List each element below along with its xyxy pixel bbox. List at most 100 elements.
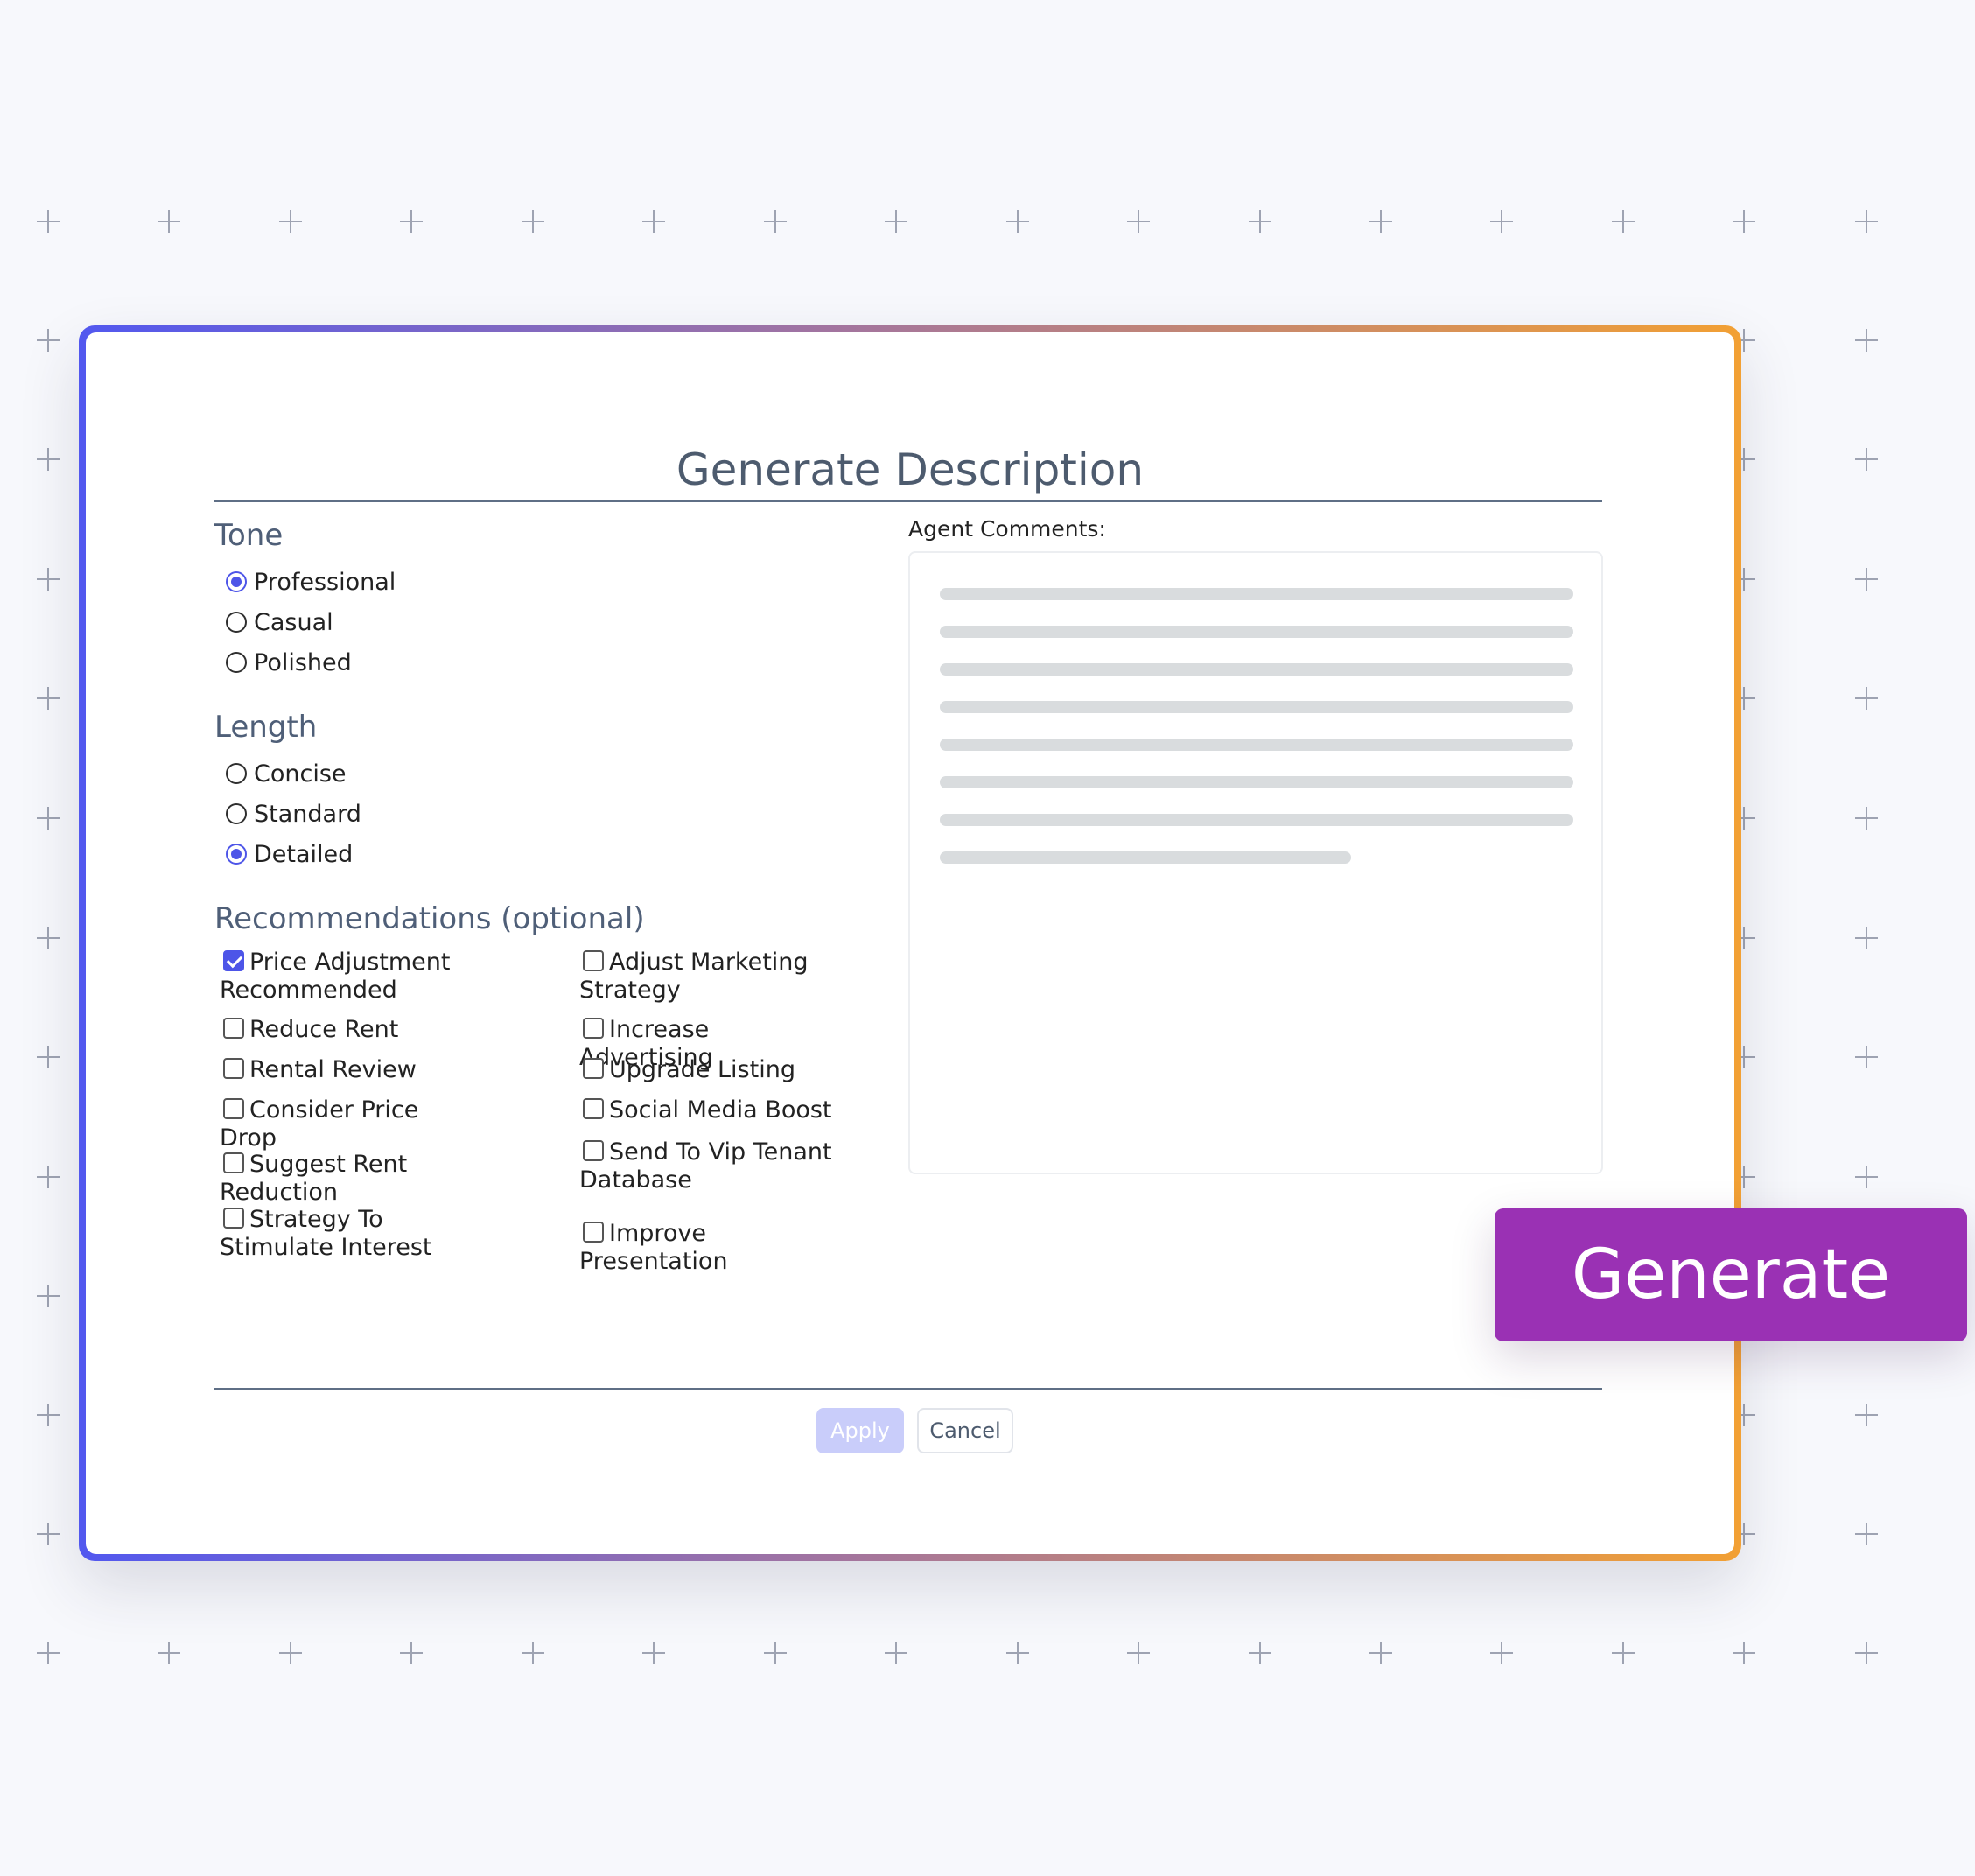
checkbox-label: Upgrade Listing <box>609 1056 795 1083</box>
comment-text-placeholder-line <box>940 663 1573 676</box>
checkbox-icon[interactable] <box>223 1018 244 1039</box>
option-label: Polished <box>254 648 352 676</box>
plus-icon <box>37 1642 60 1664</box>
plus-icon <box>522 1642 544 1664</box>
option-label: Standard <box>254 800 361 828</box>
comment-text-placeholder-line <box>940 814 1573 826</box>
plus-icon <box>1855 807 1878 830</box>
checkbox-icon[interactable] <box>223 1058 244 1079</box>
plus-icon <box>764 210 787 233</box>
checkbox-icon[interactable] <box>223 1208 244 1228</box>
comment-text-placeholder-line <box>940 701 1573 713</box>
plus-icon <box>1855 1522 1878 1545</box>
plus-icon <box>1855 1046 1878 1068</box>
plus-icon <box>885 1642 907 1664</box>
plus-icon <box>1006 1642 1029 1664</box>
generate-description-dialog: Generate Description Tone Professional C… <box>86 332 1734 1554</box>
comment-text-placeholder-line <box>940 626 1573 638</box>
comment-text-placeholder-line <box>940 851 1351 864</box>
plus-icon <box>1127 210 1150 233</box>
checkbox-icon[interactable] <box>223 1098 244 1119</box>
comment-text-placeholder-line <box>940 776 1573 788</box>
plus-icon <box>1855 329 1878 352</box>
option-label: Casual <box>254 608 333 636</box>
checkbox-icon[interactable] <box>583 1222 604 1242</box>
rec-strategy-to-stimulate-interest[interactable]: Strategy To Stimulate Interest <box>220 1206 482 1262</box>
plus-icon <box>642 1642 665 1664</box>
plus-icon <box>764 1642 787 1664</box>
plus-icon <box>37 1522 60 1545</box>
checkbox-icon[interactable] <box>223 950 244 971</box>
plus-icon <box>1733 1642 1755 1664</box>
checkbox-label: Suggest Rent Reduction <box>220 1151 408 1206</box>
length-option-concise[interactable]: Concise <box>226 756 347 791</box>
tone-option-professional[interactable]: Professional <box>226 564 396 599</box>
plus-icon <box>400 1642 423 1664</box>
rec-price-adjustment[interactable]: Price Adjustment Recommended <box>220 948 482 1004</box>
checkbox-label: Adjust Marketing Strategy <box>579 948 809 1004</box>
radio-icon[interactable] <box>226 612 247 633</box>
plus-icon <box>1369 1642 1392 1664</box>
plus-icon <box>1612 210 1635 233</box>
plus-icon <box>1127 1642 1150 1664</box>
rec-improve-presentation[interactable]: Improve Presentation <box>579 1220 859 1276</box>
length-option-detailed[interactable]: Detailed <box>226 836 353 872</box>
plus-icon <box>279 1642 302 1664</box>
radio-icon[interactable] <box>226 652 247 673</box>
radio-icon[interactable] <box>226 763 247 784</box>
rec-reduce-rent[interactable]: Reduce Rent <box>220 1016 482 1044</box>
length-option-standard[interactable]: Standard <box>226 796 361 831</box>
plus-icon <box>522 210 544 233</box>
tone-heading: Tone <box>214 518 284 553</box>
plus-icon <box>1249 1642 1271 1664</box>
radio-icon[interactable] <box>226 571 247 592</box>
dialog-title: Generate Description <box>676 444 1145 495</box>
plus-icon <box>37 1404 60 1426</box>
rec-suggest-rent-reduction[interactable]: Suggest Rent Reduction <box>220 1151 517 1207</box>
checkbox-label: Strategy To Stimulate Interest <box>220 1206 432 1261</box>
plus-icon <box>400 210 423 233</box>
plus-icon <box>37 1166 60 1188</box>
plus-icon <box>37 687 60 710</box>
checkbox-icon[interactable] <box>583 950 604 971</box>
plus-icon <box>37 1046 60 1068</box>
agent-comments-textarea[interactable] <box>908 551 1603 1174</box>
checkbox-icon[interactable] <box>583 1058 604 1079</box>
plus-icon <box>1249 210 1271 233</box>
comment-text-placeholder-line <box>940 588 1573 600</box>
plus-icon <box>37 210 60 233</box>
footer-divider <box>214 1388 1602 1390</box>
checkbox-icon[interactable] <box>583 1140 604 1161</box>
checkbox-icon[interactable] <box>583 1098 604 1119</box>
recommendations-heading: Recommendations (optional) <box>214 901 645 936</box>
plus-icon <box>1490 210 1513 233</box>
tone-option-polished[interactable]: Polished <box>226 645 352 680</box>
rec-send-to-vip-tenant-database[interactable]: Send To Vip Tenant Database <box>579 1138 842 1194</box>
rec-adjust-marketing-strategy[interactable]: Adjust Marketing Strategy <box>579 948 842 1004</box>
rec-social-media-boost[interactable]: Social Media Boost <box>579 1096 842 1124</box>
apply-button[interactable]: Apply <box>816 1408 904 1453</box>
checkbox-label: Consider Price Drop <box>220 1096 419 1152</box>
checkbox-icon[interactable] <box>223 1152 244 1173</box>
checkbox-icon[interactable] <box>583 1018 604 1039</box>
rec-rental-review[interactable]: Rental Review <box>220 1056 482 1084</box>
checkbox-label: Reduce Rent <box>249 1016 399 1043</box>
checkbox-label: Price Adjustment Recommended <box>220 948 451 1004</box>
generate-button[interactable]: Generate <box>1495 1208 1967 1341</box>
radio-icon[interactable] <box>226 844 247 864</box>
plus-icon <box>37 448 60 471</box>
comment-text-placeholder-line <box>940 738 1573 751</box>
plus-icon <box>37 568 60 591</box>
rec-consider-price-drop[interactable]: Consider Price Drop <box>220 1096 482 1152</box>
tone-option-casual[interactable]: Casual <box>226 605 333 640</box>
checkbox-label: Send To Vip Tenant Database <box>579 1138 832 1194</box>
option-label: Professional <box>254 568 396 596</box>
plus-icon <box>1733 210 1755 233</box>
plus-icon <box>37 927 60 949</box>
cancel-button[interactable]: Cancel <box>917 1408 1013 1453</box>
rec-upgrade-listing[interactable]: Upgrade Listing <box>579 1056 842 1084</box>
radio-icon[interactable] <box>226 803 247 824</box>
plus-icon <box>1490 1642 1513 1664</box>
plus-icon <box>158 1642 180 1664</box>
title-divider <box>214 500 1602 502</box>
